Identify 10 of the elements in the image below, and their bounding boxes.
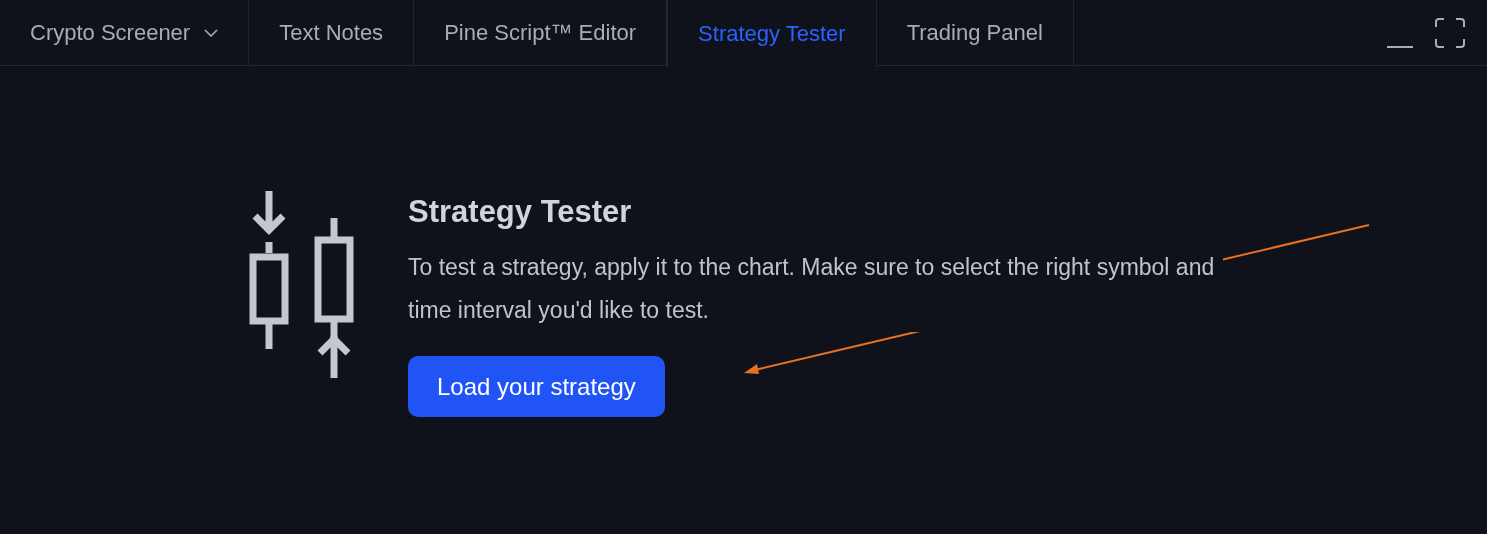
- empty-state-title: Strategy Tester: [408, 194, 633, 230]
- tab[interactable]: Text Notes: [249, 0, 415, 66]
- fullscreen-icon[interactable]: [1435, 17, 1465, 48]
- tab[interactable]: Strategy Tester: [667, 0, 877, 67]
- load-strategy-button[interactable]: Load your strategy: [408, 356, 665, 417]
- candlestick-icon: [248, 191, 356, 379]
- chevron-down-icon[interactable]: [204, 29, 219, 37]
- tab[interactable]: Trading Panel: [876, 0, 1074, 66]
- tab[interactable]: Crypto Screener: [0, 0, 250, 66]
- minimize-icon[interactable]: [1387, 44, 1413, 49]
